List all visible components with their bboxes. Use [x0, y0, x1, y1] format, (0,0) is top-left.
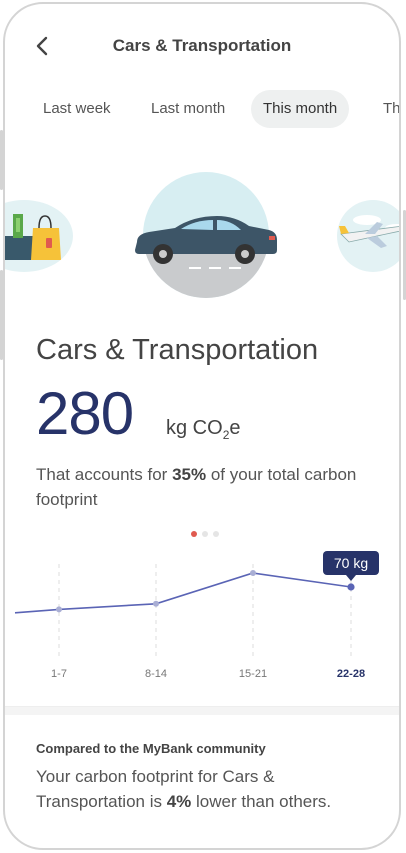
- car-illustration: [133, 214, 279, 268]
- pager-dots: [191, 524, 224, 542]
- pager-dot[interactable]: [202, 531, 208, 537]
- pager-dot[interactable]: [213, 531, 219, 537]
- series-line: [14, 572, 352, 614]
- data-point: [56, 606, 62, 613]
- weekly-chart: 1-7 8-14 15-21 22-28 70 kg: [5, 549, 399, 689]
- data-point: [153, 600, 159, 607]
- share-description: That accounts for 35% of your total carb…: [36, 465, 357, 509]
- data-point: [347, 583, 355, 591]
- comparison-title: Compared to the MyBank community: [36, 741, 266, 756]
- airplane-icon[interactable]: [337, 200, 399, 272]
- section-divider: [5, 706, 399, 715]
- tab-last-week[interactable]: Last week: [31, 90, 123, 128]
- tooltip-pointer: [346, 575, 356, 581]
- x-tick-label: 1-7: [51, 668, 67, 680]
- category-carousel: [5, 164, 399, 304]
- footprint-amount: 280: [36, 380, 134, 447]
- footprint-unit: kg CO2e: [166, 417, 241, 442]
- phone-frame: Cars & Transportation Last week Last mon…: [3, 2, 401, 850]
- tab-this-month[interactable]: This month: [251, 90, 350, 128]
- x-tick-label: 22-28: [337, 668, 365, 680]
- line-chart: 1-7 8-14 15-21 22-28 70 kg: [14, 551, 379, 680]
- x-tick-label: 15-21: [239, 668, 267, 680]
- category-title: Cars & Transportation: [36, 334, 319, 366]
- tooltip-label: 70 kg: [334, 555, 368, 571]
- page-title: Cars & Transportation: [112, 36, 292, 55]
- tab-last-month[interactable]: Last month: [139, 90, 237, 128]
- shopping-icon[interactable]: [5, 200, 73, 272]
- comparison-text: Your carbon footprint for Cars & Transpo…: [36, 767, 332, 811]
- x-tick-label: 8-14: [145, 668, 167, 680]
- tab-next[interactable]: Th: [371, 90, 399, 128]
- app-header: Cars & Transportation: [5, 4, 399, 88]
- pager-dot[interactable]: [191, 531, 197, 537]
- period-tabs: Last week Last month This month Th: [5, 90, 399, 130]
- data-point: [250, 570, 256, 576]
